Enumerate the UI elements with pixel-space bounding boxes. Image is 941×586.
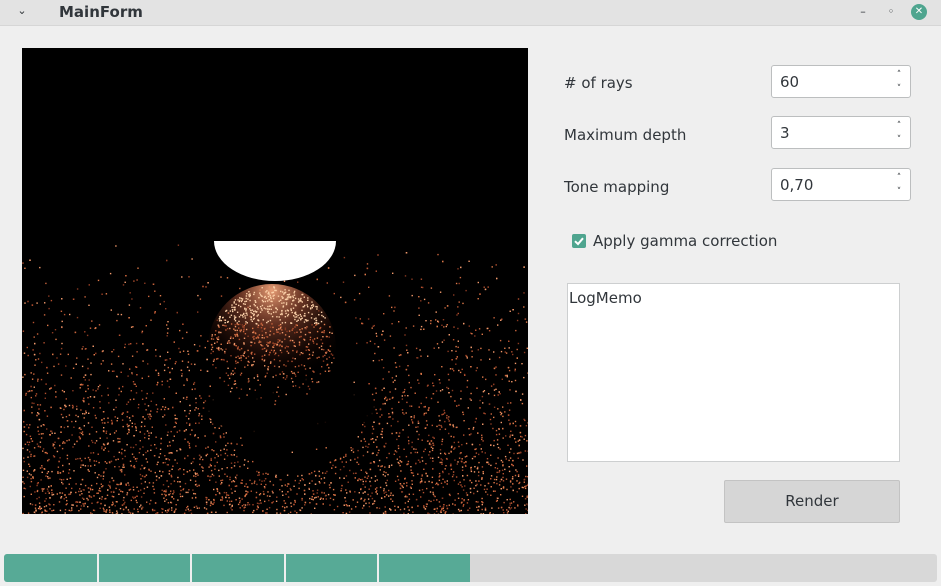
render-button[interactable]: Render xyxy=(724,480,900,523)
light-source xyxy=(214,241,336,281)
log-text: LogMemo xyxy=(569,289,642,307)
render-view xyxy=(22,48,528,514)
render-image xyxy=(22,241,528,514)
chevron-down-icon[interactable]: ˅ xyxy=(893,186,905,198)
tone-label: Tone mapping xyxy=(564,178,670,196)
close-icon[interactable]: ✕ xyxy=(911,4,927,20)
depth-value: 3 xyxy=(780,124,790,142)
chevron-up-icon[interactable]: ˄ xyxy=(893,69,905,81)
minimize-icon[interactable]: – xyxy=(855,4,871,20)
rays-label: # of rays xyxy=(564,74,633,92)
progress-segment-divider xyxy=(190,554,192,582)
progress-segment-divider xyxy=(97,554,99,582)
chevron-up-icon[interactable]: ˄ xyxy=(893,172,905,184)
maximize-icon[interactable]: ◦ xyxy=(883,4,899,20)
gamma-label: Apply gamma correction xyxy=(593,232,778,250)
progress-segment-divider xyxy=(284,554,286,582)
chevron-down-icon[interactable]: ˅ xyxy=(893,134,905,146)
depth-label: Maximum depth xyxy=(564,126,687,144)
tone-value: 0,70 xyxy=(780,176,814,194)
progress-fill xyxy=(4,554,470,582)
rays-spinbox[interactable]: 60 ˄ ˅ xyxy=(771,65,911,98)
log-memo[interactable]: LogMemo xyxy=(567,283,900,462)
depth-spinbox[interactable]: 3 ˄ ˅ xyxy=(771,116,911,149)
chevron-up-icon[interactable]: ˄ xyxy=(893,120,905,132)
sphere xyxy=(208,284,336,412)
chevron-down-icon[interactable]: ⌄ xyxy=(14,3,30,19)
chevron-down-icon[interactable]: ˅ xyxy=(893,83,905,95)
tone-spinbox[interactable]: 0,70 ˄ ˅ xyxy=(771,168,911,201)
rays-value: 60 xyxy=(780,73,800,91)
progress-segment-divider xyxy=(377,554,379,582)
title-bar: ⌄ MainForm – ◦ ✕ xyxy=(0,0,941,26)
window-title: MainForm xyxy=(59,3,143,21)
progress-bar xyxy=(4,554,937,582)
gamma-checkbox[interactable] xyxy=(572,234,586,248)
checkmark-icon xyxy=(574,237,584,246)
